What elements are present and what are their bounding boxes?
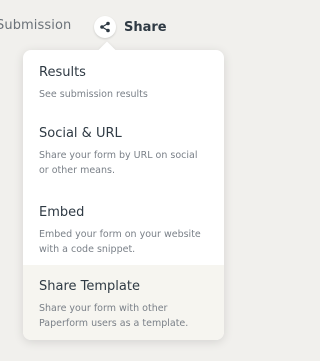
menu-item-social-url[interactable]: Social & URL Share your form by URL on s… (23, 120, 224, 204)
share-icon (94, 16, 116, 38)
top-nav-bar: Submission Share (0, 0, 253, 52)
share-dropdown-menu: Results See submission results Social & … (23, 41, 224, 340)
menu-item-title: Results (39, 65, 86, 80)
menu-item-description: Embed your form on your website with a c… (39, 229, 201, 255)
menu-item-title: Share Template (39, 279, 140, 294)
share-label: Share (124, 19, 167, 35)
menu-item-title: Social & URL (39, 126, 122, 141)
nav-submission-tab[interactable]: Submission (0, 18, 71, 33)
menu-item-title: Embed (39, 205, 85, 220)
menu-item-results[interactable]: Results See submission results (23, 60, 224, 120)
menu-item-share-template[interactable]: Share Template Share your form with othe… (23, 265, 224, 340)
menu-item-description: Share your form with other Paperform use… (39, 303, 189, 329)
menu-item-description: See submission results (39, 89, 148, 100)
share-button[interactable]: Share (94, 16, 167, 38)
menu-item-description: Share your form by URL on social or othe… (39, 150, 198, 176)
